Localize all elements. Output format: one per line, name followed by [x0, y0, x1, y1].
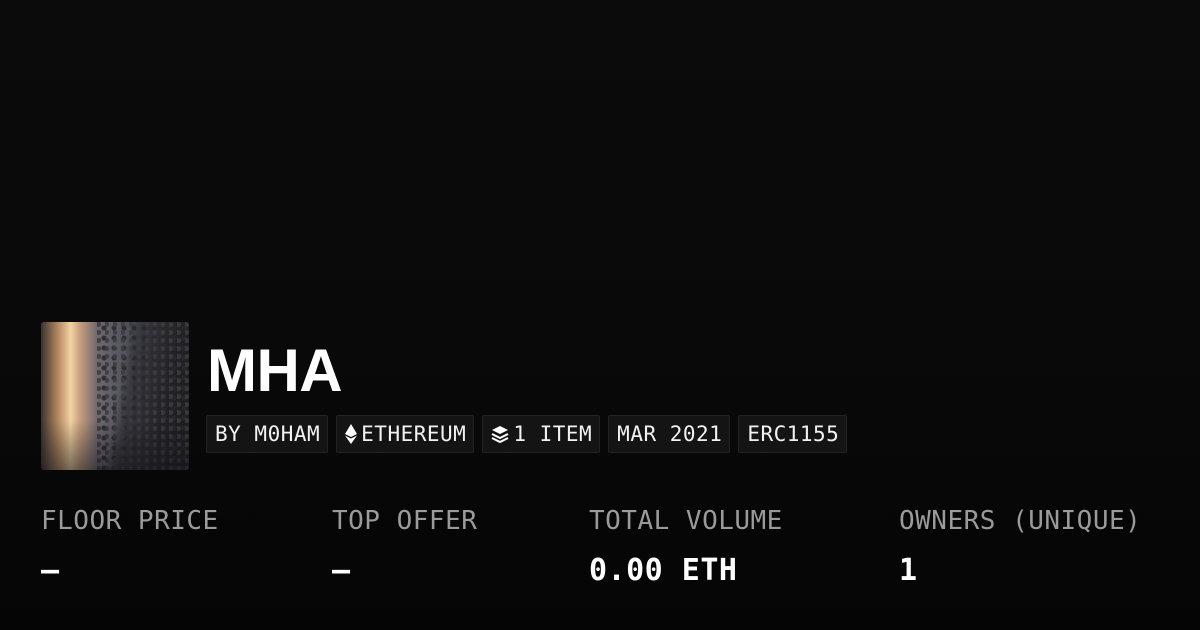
- top-offer-stat: TOP OFFER —: [332, 500, 477, 592]
- total-volume-stat: TOTAL VOLUME 0.00 ETH: [589, 500, 783, 592]
- chain-label: ETHEREUM: [361, 422, 467, 446]
- collection-title: MHA: [207, 337, 343, 404]
- thumbnail-haze: [41, 420, 189, 470]
- created-date-chip: MAR 2021: [608, 415, 731, 453]
- total-volume-value: 0.00 ETH: [589, 553, 738, 588]
- owners-value: 1: [899, 553, 918, 588]
- collection-meta-chips: BY M0HAM ETHEREUM 1 ITEM MAR 2021 ERC115…: [206, 415, 848, 453]
- chain-chip: ETHEREUM: [336, 415, 475, 453]
- top-offer-value: —: [332, 553, 351, 588]
- floor-price-value: —: [41, 553, 60, 588]
- floor-price-stat: FLOOR PRICE —: [41, 500, 219, 592]
- collection-thumbnail: [41, 322, 189, 470]
- top-offer-label: TOP OFFER: [332, 506, 478, 536]
- layers-icon: [491, 425, 509, 443]
- creator-label: BY M0HAM: [215, 422, 321, 446]
- items-label: 1 ITEM: [513, 422, 593, 446]
- token-standard-chip: ERC1155: [738, 415, 848, 453]
- ethereum-icon: [345, 424, 358, 444]
- owners-stat: OWNERS (UNIQUE) 1: [899, 500, 1141, 592]
- owners-label: OWNERS (UNIQUE): [899, 506, 1142, 536]
- creator-chip[interactable]: BY M0HAM: [206, 415, 329, 453]
- floor-price-label: FLOOR PRICE: [41, 506, 219, 536]
- collection-stats: FLOOR PRICE — TOP OFFER — TOTAL VOLUME 0…: [0, 500, 1200, 610]
- items-chip: 1 ITEM: [482, 415, 601, 453]
- created-date-label: MAR 2021: [617, 422, 723, 446]
- total-volume-label: TOTAL VOLUME: [589, 506, 783, 536]
- token-standard-label: ERC1155: [747, 422, 840, 446]
